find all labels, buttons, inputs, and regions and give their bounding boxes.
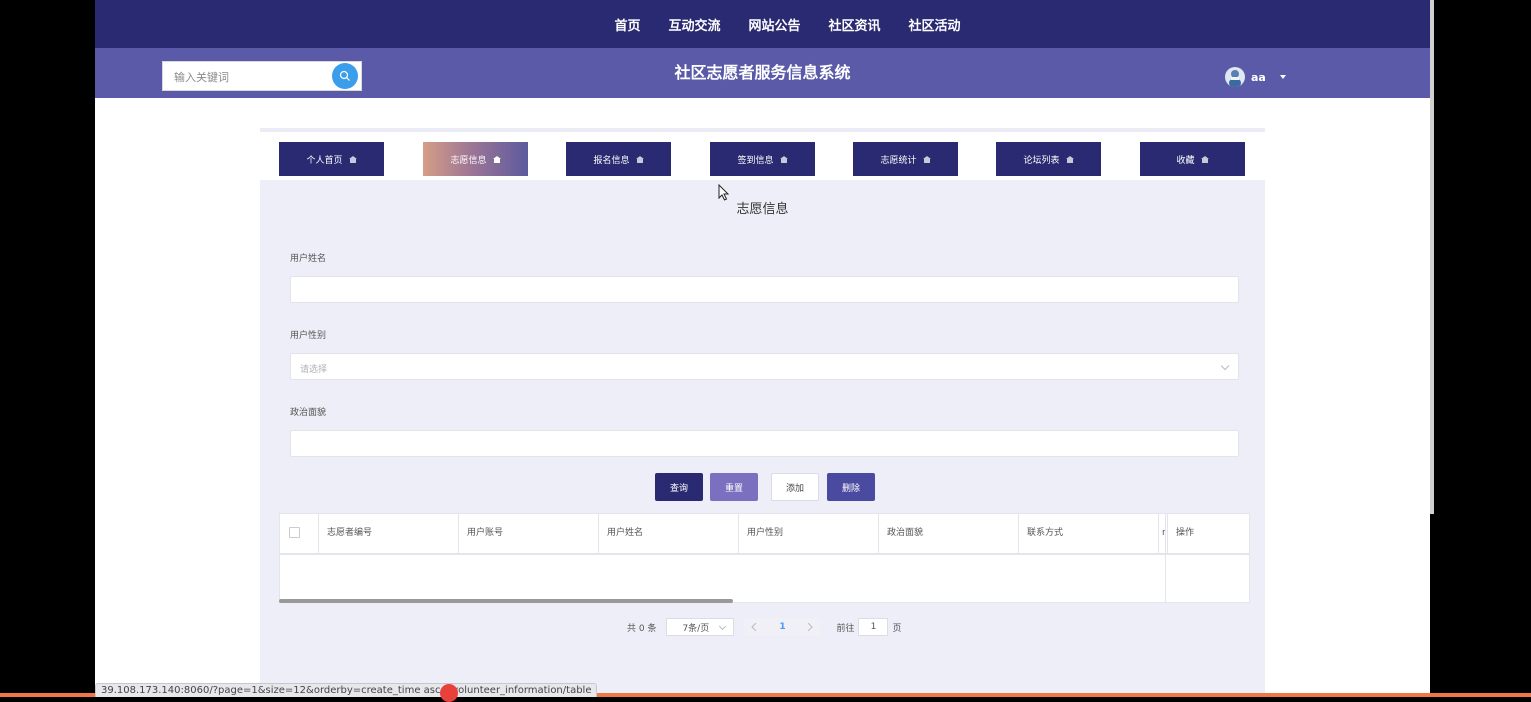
nav-item-news[interactable]: 社区资讯 [829,15,881,34]
goto-page-input[interactable]: 1 [858,618,889,636]
col-user-gender[interactable]: 用户性别 [739,514,879,553]
tab-checkin-info[interactable]: 签到信息 [710,142,815,176]
name-field [290,276,1239,303]
tab-label: 志愿信息 [450,155,487,166]
header-bar: 社区志愿者服务信息系统 aa [95,48,1430,98]
tab-favorites[interactable]: 收藏 [1140,142,1245,176]
tab-volunteer-stats[interactable]: 志愿统计 [853,142,958,176]
record-indicator-icon [440,684,458,702]
username: aa [1251,70,1266,84]
tab-personal-home[interactable]: 个人首页 [279,142,384,176]
tab-volunteer-info[interactable]: 志愿信息 [423,142,528,176]
goto-prefix: 前往 [836,623,855,634]
goto-suffix: 页 [892,623,902,634]
tab-bar: 个人首页 志愿信息 报名信息 签到信息 志愿统计 论坛列表 收藏 [260,128,1265,180]
page-scrollbar[interactable] [1430,0,1434,514]
avatar-icon [1229,70,1241,87]
add-button[interactable]: 添加 [771,473,819,501]
section-title: 志愿信息 [736,202,789,217]
total-count: 共 0 条 [627,623,657,634]
chevron-right-icon [808,623,814,631]
tab-registration-info[interactable]: 报名信息 [566,142,671,176]
home-icon [1065,155,1074,163]
search-input[interactable] [163,62,344,92]
politics-input[interactable] [291,431,1238,456]
home-icon [779,155,788,163]
tab-label: 签到信息 [737,155,774,166]
col-contact[interactable]: 联系方式 [1019,514,1159,553]
table-horizontal-scrollbar[interactable] [279,599,733,603]
col-volunteer-id[interactable]: 志愿者编号 [319,514,459,553]
col-user-name[interactable]: 用户姓名 [599,514,739,553]
nav-item-activities[interactable]: 社区活动 [909,15,961,34]
select-all-checkbox[interactable] [289,527,300,538]
col-actions: 操作 [1167,514,1249,553]
next-page-button[interactable] [800,618,821,636]
reset-button[interactable]: 重置 [710,473,758,501]
tab-label: 个人首页 [306,155,343,166]
home-icon [635,155,644,163]
search-icon [339,70,350,81]
home-icon [492,155,501,163]
page-size-value: 7条/页 [682,623,710,634]
user-menu[interactable]: aa [1225,66,1286,88]
page-size-select[interactable]: 7条/页 [666,618,735,636]
nav-items: 首页 互动交流 网站公告 社区资讯 社区活动 [95,0,1430,48]
page-number[interactable]: 1 [764,618,801,636]
gender-select[interactable]: 请选择 [290,353,1239,380]
top-nav: 首页 互动交流 网站公告 社区资讯 社区活动 [95,0,1430,48]
tab-forum-list[interactable]: 论坛列表 [996,142,1101,176]
name-input[interactable] [291,277,1238,302]
home-icon [1200,155,1209,163]
tab-label: 收藏 [1176,155,1195,166]
prev-page-button[interactable] [744,618,765,636]
home-icon [348,155,357,163]
chevron-down-icon [719,622,727,631]
chevron-down-icon [1279,75,1286,79]
chevron-down-icon [1220,361,1230,371]
col-user-account[interactable]: 用户账号 [459,514,599,553]
name-label: 用户姓名 [290,254,327,264]
nav-item-announcement[interactable]: 网站公告 [748,15,800,34]
fixed-column-divider [1165,513,1166,603]
table-header: 志愿者编号 用户账号 用户姓名 用户性别 政治面貌 联系方式 r 操作 [280,514,1249,555]
politics-field [290,430,1239,457]
search-box [162,61,362,92]
select-all-cell [280,514,319,553]
home-icon [922,155,931,163]
nav-item-interaction[interactable]: 互动交流 [668,15,720,34]
col-politics[interactable]: 政治面貌 [879,514,1019,553]
search-button[interactable] [332,63,358,89]
chevron-left-icon [751,623,757,631]
gender-label: 用户性别 [290,331,327,341]
page: 首页 互动交流 网站公告 社区资讯 社区活动 社区志愿者服务信息系统 [95,0,1430,697]
tab-label: 报名信息 [593,155,630,166]
query-button[interactable]: 查询 [655,473,703,501]
data-table: 志愿者编号 用户账号 用户姓名 用户性别 政治面貌 联系方式 r 操作 [279,513,1250,603]
status-url: 39.108.173.140:8060/?page=1&size=12&orde… [95,683,598,697]
politics-label: 政治面貌 [290,408,327,418]
tab-label: 论坛列表 [1023,155,1060,166]
tab-label: 志愿统计 [880,155,917,166]
avatar [1225,67,1245,87]
nav-item-home[interactable]: 首页 [614,15,640,34]
gender-placeholder: 请选择 [300,365,328,375]
mouse-cursor-icon [718,184,730,201]
delete-button[interactable]: 删除 [827,473,875,501]
pagination: 共 0 条 7条/页 1 前往 1 页 [627,617,901,637]
